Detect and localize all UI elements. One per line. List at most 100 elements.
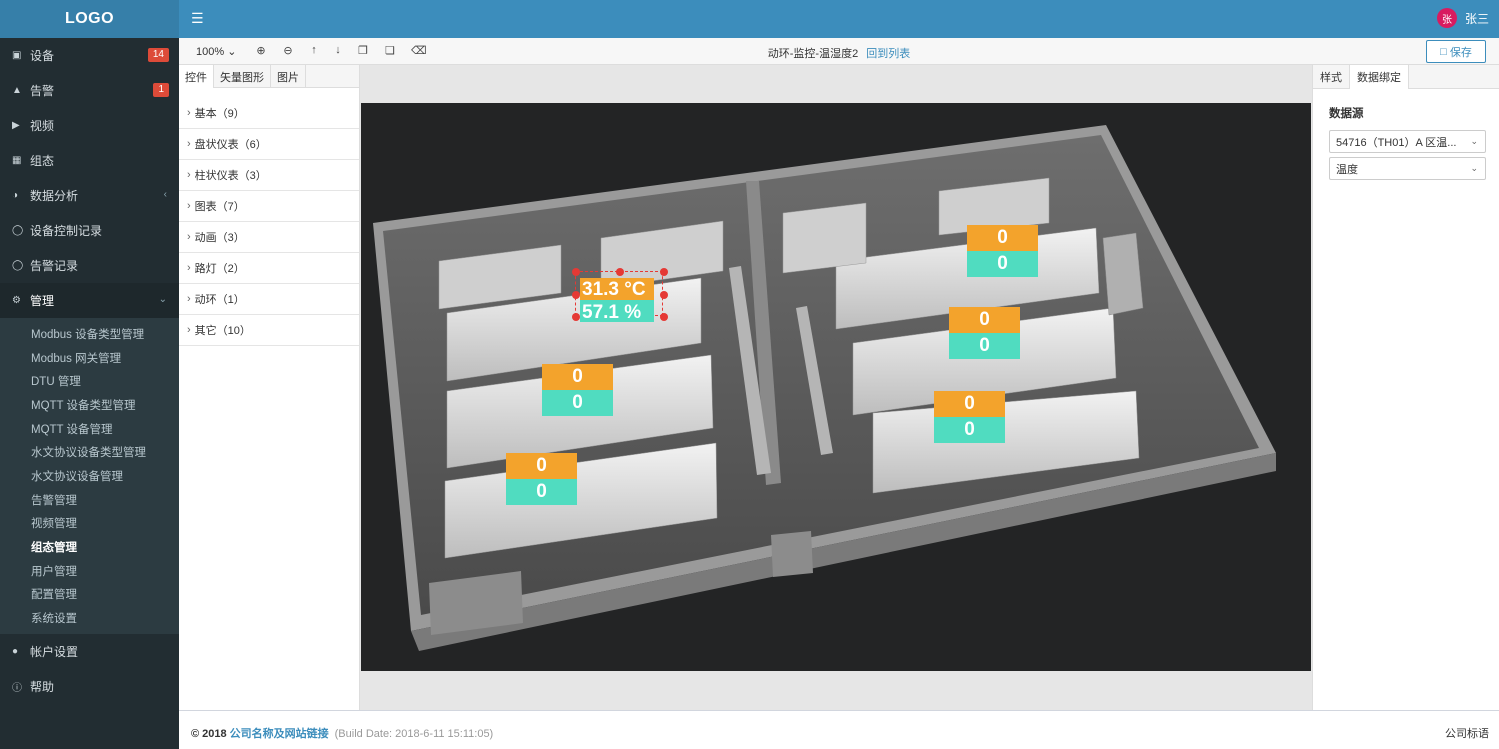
canvas-area: 31.3 °C 57.1 % 0 0 0 0 0 0 0 0 0 0 (360, 65, 1312, 710)
bring-forward-icon[interactable]: ↑ (307, 44, 321, 56)
properties-panel: 样式 数据绑定 数据源 54716（TH01）A 区温... ⌄ 温度 ⌄ (1312, 65, 1499, 710)
submenu-dtu[interactable]: DTU 管理 (0, 369, 179, 393)
send-backward-icon[interactable]: ↓ (331, 44, 345, 56)
palette-group-dial-gauges[interactable]: › 盘状仪表（6） (179, 129, 359, 160)
user-icon: ● (12, 645, 19, 657)
save-icon: □ (1440, 45, 1447, 58)
component-palette: 控件 矢量图形 图片 › 基本（9） › 盘状仪表（6） › 柱状仪表（3） › 图表（… (179, 65, 360, 710)
palette-group-basic[interactable]: › 基本（9） (179, 98, 359, 129)
sidebar-item-video[interactable]: ▶ 视频 (0, 108, 179, 143)
sidebar-item-management[interactable]: ⚙ 管理 ⌄ (0, 283, 179, 318)
datasource-selected-value: 54716（TH01）A 区温... (1336, 136, 1457, 149)
temp-humidity-widget[interactable]: 0 0 (967, 225, 1038, 277)
delete-icon[interactable]: ⌫ (411, 44, 427, 57)
temp-humidity-widget[interactable]: 0 0 (934, 391, 1005, 443)
submenu-config-management[interactable]: 配置管理 (0, 583, 179, 607)
sidebar-item-data-analysis[interactable]: ◑ 数据分析 ‹ (0, 178, 179, 213)
resize-handle[interactable] (660, 268, 668, 276)
submenu-modbus-device-types[interactable]: Modbus 设备类型管理 (0, 322, 179, 346)
sidebar-item-help[interactable]: ⓘ 帮助 (0, 669, 179, 704)
palette-group-label: 图表（7） (194, 201, 245, 213)
resize-handle[interactable] (572, 268, 580, 276)
submenu-hydro-device-types[interactable]: 水文协议设备类型管理 (0, 440, 179, 464)
palette-group-animations[interactable]: › 动画（3） (179, 222, 359, 253)
field-select[interactable]: 温度 ⌄ (1329, 157, 1486, 180)
tab-vector-shapes[interactable]: 矢量图形 (214, 65, 271, 88)
submenu-hydro-devices[interactable]: 水文协议设备管理 (0, 464, 179, 488)
palette-group-other[interactable]: › 其它（10） (179, 315, 359, 346)
footer: © 2018 公司名称及网站链接 (Build Date: 2018-6-11 15… (179, 710, 1499, 749)
palette-group-label: 动画（3） (194, 232, 245, 244)
resize-handle[interactable] (572, 313, 580, 321)
info-icon: ⓘ (12, 682, 22, 694)
chevron-down-icon: ⌄ (1470, 136, 1478, 146)
database-icon: ▣ (12, 50, 22, 61)
temp-humidity-widget[interactable]: 0 0 (949, 307, 1020, 359)
palette-list: › 基本（9） › 盘状仪表（6） › 柱状仪表（3） › 图表（7） › 动画（3） ›… (179, 98, 359, 346)
zoom-select[interactable]: 100% ⌄ (196, 45, 236, 58)
datasource-select[interactable]: 54716（TH01）A 区温... ⌄ (1329, 130, 1486, 153)
sidebar-item-devices[interactable]: ▣ 设备 14 (0, 38, 179, 73)
sidebar-item-account-settings[interactable]: ● 帐户设置 (0, 634, 179, 669)
logo[interactable]: LOGO (0, 0, 179, 38)
resize-handle[interactable] (616, 268, 624, 276)
submenu-alarm-management[interactable]: 告警管理 (0, 488, 179, 512)
chevron-right-icon: › (187, 293, 191, 305)
zoom-in-icon[interactable]: ⊕ (254, 44, 268, 57)
bell-icon: ▲ (12, 85, 22, 96)
user-menu[interactable]: 张 张三 (1436, 8, 1489, 28)
diagram-canvas[interactable]: 31.3 °C 57.1 % 0 0 0 0 0 0 0 0 0 0 (361, 103, 1311, 671)
palette-group-bar-gauges[interactable]: › 柱状仪表（3） (179, 160, 359, 191)
selected-temp-humidity-widget[interactable]: 31.3 °C 57.1 % (572, 268, 668, 323)
chevron-down-icon: ⌄ (224, 46, 237, 58)
datasource-label: 数据源 (1329, 108, 1364, 120)
sidebar-item-control-log[interactable]: ◯ 设备控制记录 (0, 213, 179, 248)
chevron-right-icon: › (187, 324, 191, 336)
save-button[interactable]: □ 保存 (1426, 40, 1486, 63)
palette-group-label: 其它（10） (194, 325, 251, 337)
tab-controls[interactable]: 控件 (179, 65, 214, 88)
tab-style[interactable]: 样式 (1313, 65, 1350, 89)
chevron-right-icon: › (187, 138, 191, 150)
zoom-out-icon[interactable]: ⊖ (281, 44, 295, 57)
palette-group-street-lights[interactable]: › 路灯（2） (179, 253, 359, 284)
sidebar-item-alarm-log[interactable]: ◯ 告警记录 (0, 248, 179, 283)
submenu-mqtt-devices[interactable]: MQTT 设备管理 (0, 417, 179, 441)
tab-data-binding[interactable]: 数据绑定 (1350, 65, 1409, 89)
chevron-down-icon: ⌄ (1470, 163, 1478, 173)
chevron-left-icon: ‹ (163, 189, 167, 200)
sidebar-item-label: 设备 (30, 49, 55, 63)
humidity-value: 0 (949, 333, 1020, 359)
temp-humidity-widget[interactable]: 0 0 (506, 453, 577, 505)
company-slogan: 公司标语 (1445, 728, 1489, 740)
palette-group-label: 动环（1） (194, 294, 245, 306)
temp-humidity-widget[interactable]: 0 0 (542, 364, 613, 416)
sidebar-item-label: 帮助 (30, 679, 55, 694)
resize-handle[interactable] (660, 313, 668, 321)
submenu-video-management[interactable]: 视频管理 (0, 512, 179, 536)
company-link[interactable]: 公司名称及网站链接 (230, 728, 329, 740)
submenu-modbus-gateways[interactable]: Modbus 网关管理 (0, 346, 179, 370)
back-to-list-link[interactable]: 回到列表 (866, 48, 910, 60)
submenu-mqtt-device-types[interactable]: MQTT 设备类型管理 (0, 393, 179, 417)
submenu-system-settings[interactable]: 系统设置 (0, 606, 179, 630)
sidebar-item-alarms[interactable]: ▲ 告警 1 (0, 73, 179, 108)
hamburger-menu-icon[interactable]: ☰ (191, 11, 204, 25)
sidebar-item-label: 设备控制记录 (30, 224, 103, 238)
palette-group-charts[interactable]: › 图表（7） (179, 191, 359, 222)
avatar: 张 (1436, 8, 1457, 28)
server-room-floorplan (373, 125, 1276, 651)
copy-icon[interactable]: ❐ (356, 44, 370, 57)
submenu-user-management[interactable]: 用户管理 (0, 559, 179, 583)
resize-handle[interactable] (660, 291, 668, 299)
field-selected-value: 温度 (1336, 163, 1358, 176)
submenu-scada-management[interactable]: 组态管理 (0, 535, 179, 559)
palette-tabs: 控件 矢量图形 图片 (179, 65, 359, 88)
clock-icon: ◯ (12, 225, 24, 236)
palette-group-environment[interactable]: › 动环（1） (179, 284, 359, 315)
paste-icon[interactable]: ❏ (383, 44, 397, 57)
sidebar-item-label: 管理 (30, 294, 55, 308)
sidebar-item-scada[interactable]: ▦ 组态 (0, 143, 179, 178)
resize-handle[interactable] (572, 291, 580, 299)
tab-images[interactable]: 图片 (271, 65, 306, 88)
